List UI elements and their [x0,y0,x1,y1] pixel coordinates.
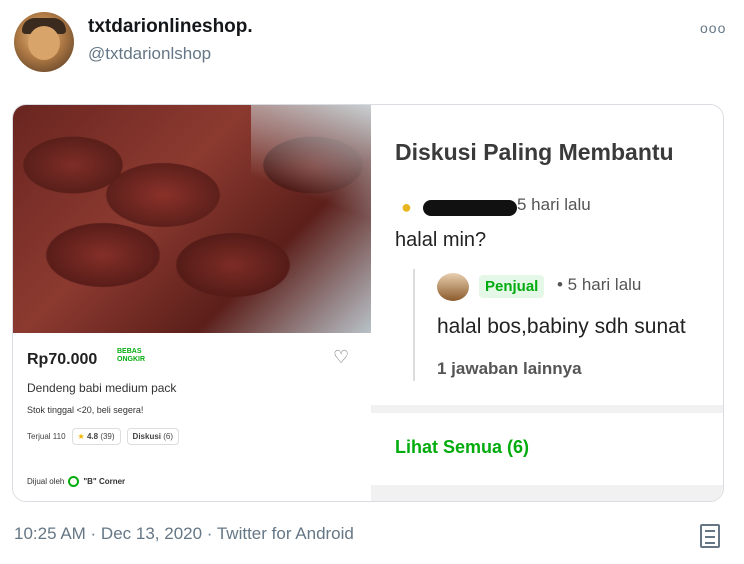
reply-divider [413,269,415,381]
user-avatar-icon: ● [401,197,412,217]
seller-line: Dijual oleh "B" Corner [27,476,125,487]
discussion-title: Diskusi Paling Membantu [395,139,674,165]
product-stats: Terjual 110 ★ 4.8 (39) Diskusi (6) [27,428,180,445]
product-price: Rp70.000 [27,351,98,368]
more-dots-icon[interactable]: ooo [700,20,726,36]
official-store-icon [68,476,80,487]
attached-image[interactable]: Rp70.000 BEBAS ONGKIR ♡ Dendeng babi med… [12,104,724,502]
rating-value: 4.8 [86,432,99,441]
star-icon: ★ [77,432,85,441]
heart-icon[interactable]: ♡ [333,347,349,368]
reply-time: • 5 hari lalu [557,275,642,294]
question-text: halal min? [395,229,487,251]
user-handle[interactable]: @txtdarionlshop [88,44,211,64]
analytics-icon[interactable] [700,524,720,548]
display-name[interactable]: txtdarionlineshop. [88,16,253,38]
rating-pill: ★ 4.8 (39) [71,428,121,445]
rating-count: (39) [100,432,115,441]
more-answers-link: 1 jawaban lainnya [437,359,582,378]
product-card: Rp70.000 BEBAS ONGKIR ♡ Dendeng babi med… [13,333,371,501]
question-time: 5 hari lalu [517,195,591,214]
discussion-panel: Diskusi Paling Membantu ● 5 hari lalu ha… [371,105,723,501]
discussion-pill: Diskusi (6) [126,428,180,445]
sold-count: Terjual 110 [27,432,66,441]
see-all-link: Lihat Semua (6) [395,437,530,457]
seller-prefix: Dijual oleh [27,477,65,486]
stock-notice: Stok tinggal <20, beli segera! [27,405,144,415]
free-shipping-badge: BEBAS ONGKIR [117,348,145,363]
avatar-face [28,26,60,60]
product-name: Dendeng babi medium pack [27,381,177,395]
reply-text: halal bos,babiny sdh sunat [437,315,686,338]
bottom-bar [371,485,723,501]
seller-name: "B" Corner [83,477,126,486]
discussion-label: Diskusi [132,432,162,441]
redacted-username [423,200,517,216]
avatar[interactable] [14,12,74,72]
product-photo [13,105,371,333]
section-separator [371,405,723,413]
seller-badge: Penjual [479,275,545,298]
discussion-count: (6) [163,432,174,441]
tweet-timestamp[interactable]: 10:25 AM · Dec 13, 2020 · Twitter for An… [14,524,354,544]
seller-avatar [437,273,469,301]
